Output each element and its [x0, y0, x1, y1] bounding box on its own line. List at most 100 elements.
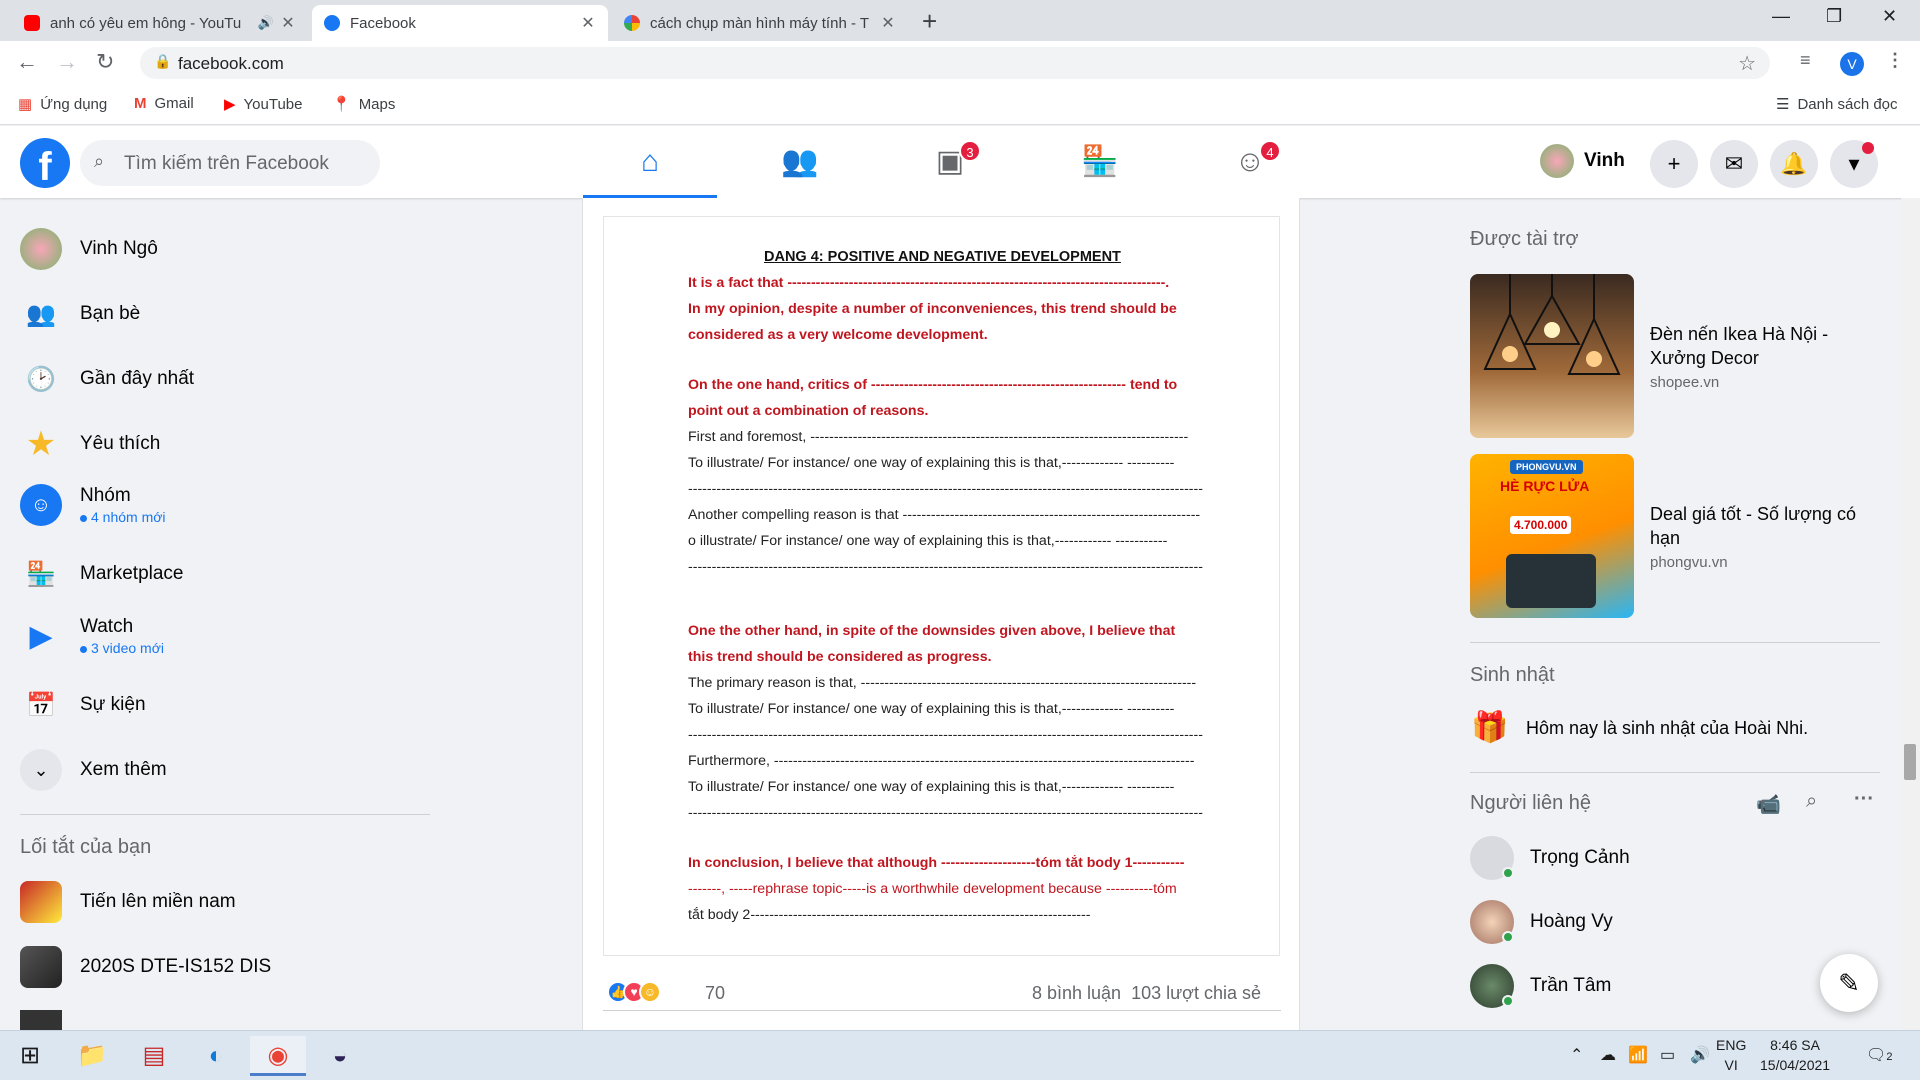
speaker-icon[interactable]: 🔊 — [258, 15, 274, 31]
doc-line: -------, -----rephrase topic-----is a wo… — [688, 881, 1177, 897]
nav-marketplace[interactable]: 🏪 — [1033, 126, 1167, 198]
ad-item[interactable]: PHONGVU.VN HÈ RỰC LỬA 4.700.000 Deal giá… — [1470, 454, 1878, 618]
tab-google[interactable]: cách chụp màn hình máy tính - T ✕ — [612, 5, 908, 41]
sidebar-item-see-more[interactable]: ⌄ Xem thêm — [20, 749, 167, 791]
nav-groups[interactable]: ☺ 4 — [1183, 126, 1317, 198]
shortcut-thumbnail — [20, 946, 62, 988]
file-explorer-icon[interactable]: 📁 — [64, 1036, 120, 1076]
reactions-count[interactable]: 70 — [705, 983, 725, 1004]
sidebar-item-profile[interactable]: Vinh Ngô — [20, 228, 158, 270]
youtube-favicon-icon — [24, 15, 40, 31]
reload-icon[interactable]: ↻ — [96, 49, 114, 75]
shares-count[interactable]: 103 lượt chia sẻ — [1131, 983, 1261, 1003]
ad-price: 4.700.000 — [1510, 516, 1572, 534]
sidebar-item-friends[interactable]: 👥 Bạn bè — [20, 293, 140, 335]
tab-facebook[interactable]: Facebook ✕ — [312, 5, 608, 41]
reaction-icons[interactable]: 👍 ♥ ☺ — [607, 981, 661, 1003]
shortcut-item[interactable]: Tiến lên miền nam — [20, 881, 236, 923]
wifi-icon[interactable]: 📶 — [1628, 1045, 1648, 1065]
app-icon[interactable]: ▤ — [126, 1036, 182, 1076]
action-center-icon[interactable]: 🗨2 — [1866, 1045, 1892, 1065]
apps-grid-icon: ▦ — [18, 96, 33, 113]
contact-item[interactable]: Hoàng Vy — [1470, 900, 1613, 944]
browser-profile-avatar[interactable]: V — [1840, 52, 1864, 76]
close-window-icon[interactable]: ✕ — [1882, 6, 1897, 27]
volume-icon[interactable]: 🔊 — [1690, 1045, 1710, 1065]
minimize-icon[interactable]: — — [1772, 6, 1790, 27]
menu-dots-icon[interactable]: ⋮ — [1886, 50, 1904, 71]
doc-line: It is a fact that ----------------------… — [688, 275, 1170, 291]
bookmark-youtube[interactable]: ▶ YouTube — [224, 95, 303, 114]
post-image-document[interactable]: DANG 4: POSITIVE AND NEGATIVE DEVELOPMEN… — [603, 216, 1280, 956]
contact-item[interactable]: Trần Tâm — [1470, 964, 1611, 1008]
show-hidden-icons-icon[interactable]: ⌃ — [1570, 1045, 1583, 1065]
sidebar-item-watch[interactable]: ▶ Watch 3 video mới — [20, 615, 164, 657]
onedrive-icon[interactable]: ☁ — [1600, 1045, 1616, 1065]
marketplace-icon: 🏪 — [1081, 145, 1119, 178]
scrollbar[interactable] — [1901, 198, 1920, 1030]
close-tab-icon[interactable]: ✕ — [280, 13, 296, 33]
sidebar-item-groups[interactable]: ☺ Nhóm 4 nhóm mới — [20, 484, 166, 526]
new-tab-icon[interactable]: + — [922, 6, 937, 37]
battery-icon[interactable]: ▭ — [1660, 1045, 1675, 1065]
media-control-icon[interactable]: ≡ — [1800, 50, 1811, 71]
url-text[interactable]: facebook.com — [178, 54, 284, 74]
bookmark-apps[interactable]: ▦ Ứng dụng — [18, 95, 107, 114]
sidebar-item-events[interactable]: 📅 Sự kiện — [20, 684, 145, 726]
facebook-favicon-icon — [324, 15, 340, 31]
profile-chip[interactable]: Vinh — [1540, 144, 1625, 178]
comments-count[interactable]: 8 bình luận — [1032, 983, 1121, 1003]
shortcut-item[interactable] — [20, 1010, 80, 1030]
tab-youtube[interactable]: anh có yêu em hông - YouTu 🔊 ✕ — [12, 5, 308, 41]
account-menu-button[interactable]: ▾ — [1830, 140, 1878, 188]
eclipse-icon[interactable]: ◒ — [312, 1036, 368, 1076]
maximize-icon[interactable]: ❐ — [1826, 6, 1842, 27]
address-bar[interactable]: 🔒 facebook.com ☆ — [140, 47, 1770, 79]
forward-icon[interactable]: → — [56, 49, 78, 75]
watch-icon: ▶ — [29, 619, 53, 653]
contact-name: Trần Tâm — [1530, 975, 1612, 996]
shortcut-thumbnail — [20, 1010, 62, 1030]
lock-icon[interactable]: 🔒 — [154, 53, 171, 70]
search-input[interactable]: ⌕ Tìm kiếm trên Facebook — [80, 140, 380, 186]
bookmark-star-icon[interactable]: ☆ — [1738, 51, 1756, 76]
doc-line: In conclusion, I believe that although -… — [688, 855, 1185, 871]
reading-list[interactable]: ☰ Danh sách đọc — [1776, 95, 1898, 114]
back-icon[interactable]: ← — [16, 49, 38, 75]
scrollbar-thumb[interactable] — [1904, 744, 1916, 780]
sidebar-item-marketplace[interactable]: 🏪 Marketplace — [20, 553, 183, 595]
sidebar-item-recent[interactable]: 🕑 Gần đây nhất — [20, 358, 194, 400]
ad-item[interactable]: Đèn nến Ikea Hà Nội - Xưởng Decor shopee.… — [1470, 274, 1878, 438]
language-indicator[interactable]: ENG VI — [1716, 1035, 1746, 1075]
new-message-button[interactable]: ✎ — [1820, 954, 1878, 1012]
contact-name: Hoàng Vy — [1530, 911, 1613, 932]
maps-pin-icon: 📍 — [332, 96, 351, 113]
nav-watch[interactable]: ▣ 3 — [883, 126, 1017, 198]
clock[interactable]: 8:46 SA 15/04/2021 — [1760, 1035, 1830, 1075]
birthday-item[interactable]: 🎁 Hôm nay là sinh nhật của Hoài Nhi. — [1470, 708, 1808, 748]
nav-home[interactable]: ⌂ — [583, 126, 717, 198]
close-tab-icon[interactable]: ✕ — [580, 13, 596, 33]
edge-icon[interactable]: ◐ — [188, 1036, 244, 1076]
sidebar-item-sub: 4 nhóm mới — [91, 509, 166, 525]
bookmark-maps[interactable]: 📍 Maps — [332, 95, 395, 114]
notifications-button[interactable]: 🔔 — [1770, 140, 1818, 188]
messenger-button[interactable]: ✉ — [1710, 140, 1758, 188]
sidebar-item-sub: 3 video mới — [91, 640, 164, 656]
video-call-icon[interactable]: 📹 — [1756, 792, 1781, 817]
birthday-name: Hoài Nhi — [1734, 717, 1804, 738]
shortcut-item[interactable]: 2020S DTE-IS152 DIS — [20, 946, 271, 988]
doc-line: On the one hand, critics of ------------… — [688, 377, 1178, 393]
close-tab-icon[interactable]: ✕ — [880, 13, 896, 33]
contact-item[interactable]: Trọng Cảnh — [1470, 836, 1630, 880]
create-button[interactable]: + — [1650, 140, 1698, 188]
more-options-icon[interactable]: ··· — [1854, 788, 1874, 811]
windows-start-icon[interactable]: ⊞ — [2, 1036, 58, 1076]
chrome-icon[interactable]: ◉ — [250, 1036, 306, 1076]
bookmark-gmail[interactable]: M Gmail — [134, 95, 194, 112]
facebook-logo-icon[interactable]: f — [20, 138, 70, 189]
sidebar-item-favorites[interactable]: ★ Yêu thích — [20, 423, 161, 465]
tab-title: Facebook — [350, 14, 416, 32]
nav-friends[interactable]: 👥 — [733, 126, 867, 198]
search-icon[interactable]: ⌕ — [1806, 790, 1817, 813]
